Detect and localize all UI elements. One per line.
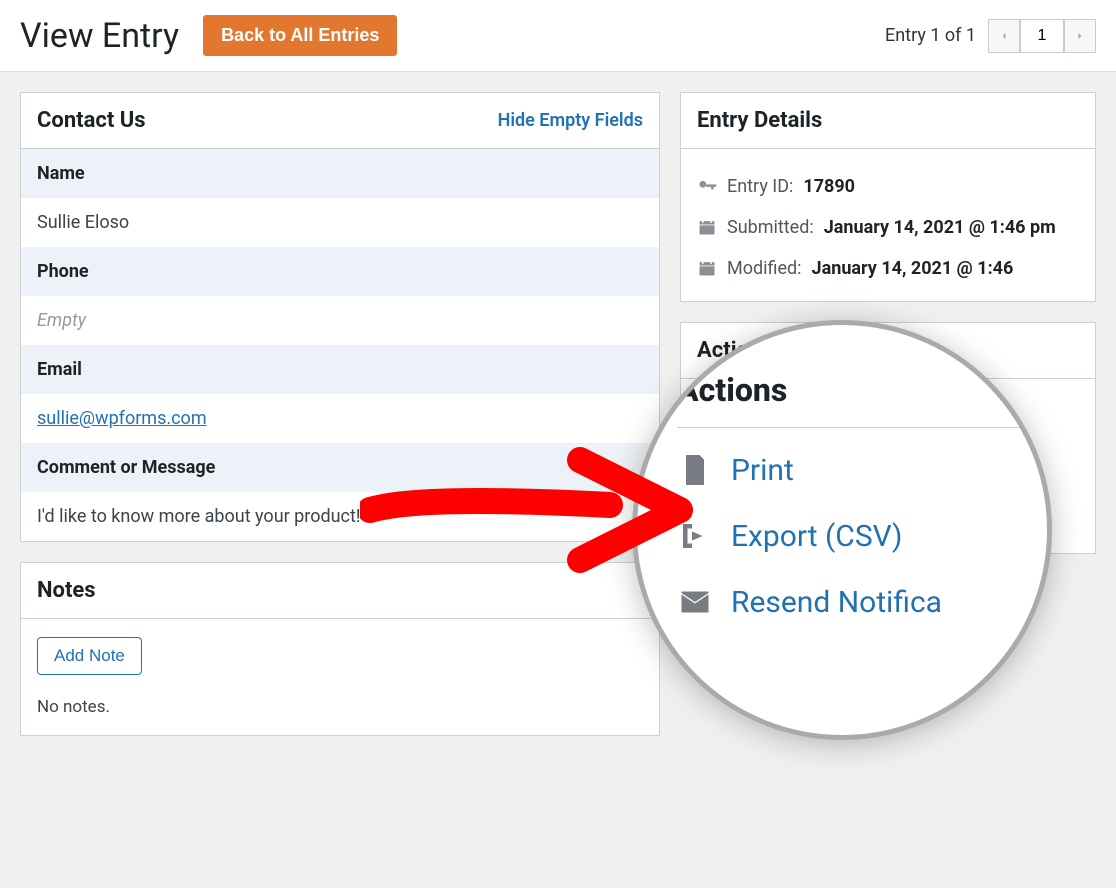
pager-next-button[interactable] bbox=[1064, 19, 1096, 53]
notes-panel-title: Notes bbox=[37, 578, 96, 603]
hide-empty-fields-link[interactable]: Hide Empty Fields bbox=[498, 110, 643, 131]
page-header: View Entry Back to All Entries Entry 1 o… bbox=[0, 0, 1116, 72]
zoom-print-label: Print bbox=[731, 453, 794, 488]
phone-label: Phone bbox=[21, 247, 659, 296]
zoom-title: Actions bbox=[677, 371, 1023, 428]
envelope-icon bbox=[677, 584, 713, 620]
entry-id-value: 17890 bbox=[803, 173, 855, 202]
zoom-resend-action[interactable]: Resend Notifica bbox=[677, 584, 1023, 620]
zoom-callout: Actions Print Export (CSV) Resend Notifi… bbox=[632, 320, 1052, 740]
name-label: Name bbox=[21, 149, 659, 198]
zoom-actions: Print Export (CSV) Resend Notifica bbox=[677, 452, 1023, 620]
modified-value: January 14, 2021 @ 1:46 bbox=[812, 255, 1014, 284]
phone-value: Empty bbox=[21, 296, 659, 345]
chevron-left-icon bbox=[998, 30, 1010, 42]
page-title: View Entry bbox=[20, 16, 179, 56]
zoom-resend-label: Resend Notifica bbox=[731, 585, 942, 620]
email-label: Email bbox=[21, 345, 659, 394]
chevron-right-icon bbox=[1074, 30, 1086, 42]
notes-panel-body: Add Note No notes. bbox=[21, 619, 659, 735]
pager-prev-button[interactable] bbox=[988, 19, 1020, 53]
entry-details-body: Entry ID: 17890 Submitted: January 14, 2… bbox=[681, 149, 1095, 301]
calendar-icon bbox=[697, 217, 717, 237]
header-left: View Entry Back to All Entries bbox=[20, 15, 397, 56]
submitted-label: Submitted: bbox=[727, 214, 814, 243]
zoom-export-label: Export (CSV) bbox=[731, 519, 903, 554]
comment-label: Comment or Message bbox=[21, 443, 659, 492]
left-column: Contact Us Hide Empty Fields Name Sullie… bbox=[20, 92, 660, 736]
contact-panel-title: Contact Us bbox=[37, 108, 146, 133]
back-to-entries-button[interactable]: Back to All Entries bbox=[203, 15, 397, 56]
zoom-print-action[interactable]: Print bbox=[677, 452, 1023, 488]
add-note-button[interactable]: Add Note bbox=[37, 637, 142, 675]
comment-value: I'd like to know more about your product… bbox=[21, 492, 659, 541]
modified-line: Modified: January 14, 2021 @ 1:46 bbox=[697, 255, 1079, 284]
entry-details-header: Entry Details bbox=[681, 93, 1095, 149]
entry-details-title: Entry Details bbox=[697, 108, 822, 133]
submitted-line: Submitted: January 14, 2021 @ 1:46 pm bbox=[697, 214, 1079, 243]
entry-pager-text: Entry 1 of 1 bbox=[885, 25, 976, 46]
key-icon bbox=[697, 176, 717, 196]
entry-id-line: Entry ID: 17890 bbox=[697, 173, 1079, 202]
zoom-export-action[interactable]: Export (CSV) bbox=[677, 518, 1023, 554]
contact-panel-header: Contact Us Hide Empty Fields bbox=[21, 93, 659, 149]
email-value: sullie@wpforms.com bbox=[21, 394, 659, 443]
name-value: Sullie Eloso bbox=[21, 198, 659, 247]
email-link[interactable]: sullie@wpforms.com bbox=[37, 408, 207, 429]
notes-panel: Notes Add Note No notes. bbox=[20, 562, 660, 736]
zoom-inner: Actions Print Export (CSV) Resend Notifi… bbox=[637, 325, 1047, 620]
no-notes-text: No notes. bbox=[37, 697, 643, 717]
pager-page-input[interactable] bbox=[1020, 19, 1064, 53]
entry-id-label: Entry ID: bbox=[727, 173, 793, 202]
document-icon bbox=[677, 452, 713, 488]
entry-details-panel: Entry Details Entry ID: 17890 Submitted:… bbox=[680, 92, 1096, 302]
submitted-value: January 14, 2021 @ 1:46 pm bbox=[824, 214, 1056, 243]
modified-label: Modified: bbox=[727, 255, 802, 284]
notes-panel-header: Notes bbox=[21, 563, 659, 619]
header-right: Entry 1 of 1 bbox=[885, 19, 1096, 53]
pager bbox=[988, 19, 1096, 53]
calendar-icon bbox=[697, 258, 717, 278]
contact-panel: Contact Us Hide Empty Fields Name Sullie… bbox=[20, 92, 660, 542]
export-icon bbox=[677, 518, 713, 554]
